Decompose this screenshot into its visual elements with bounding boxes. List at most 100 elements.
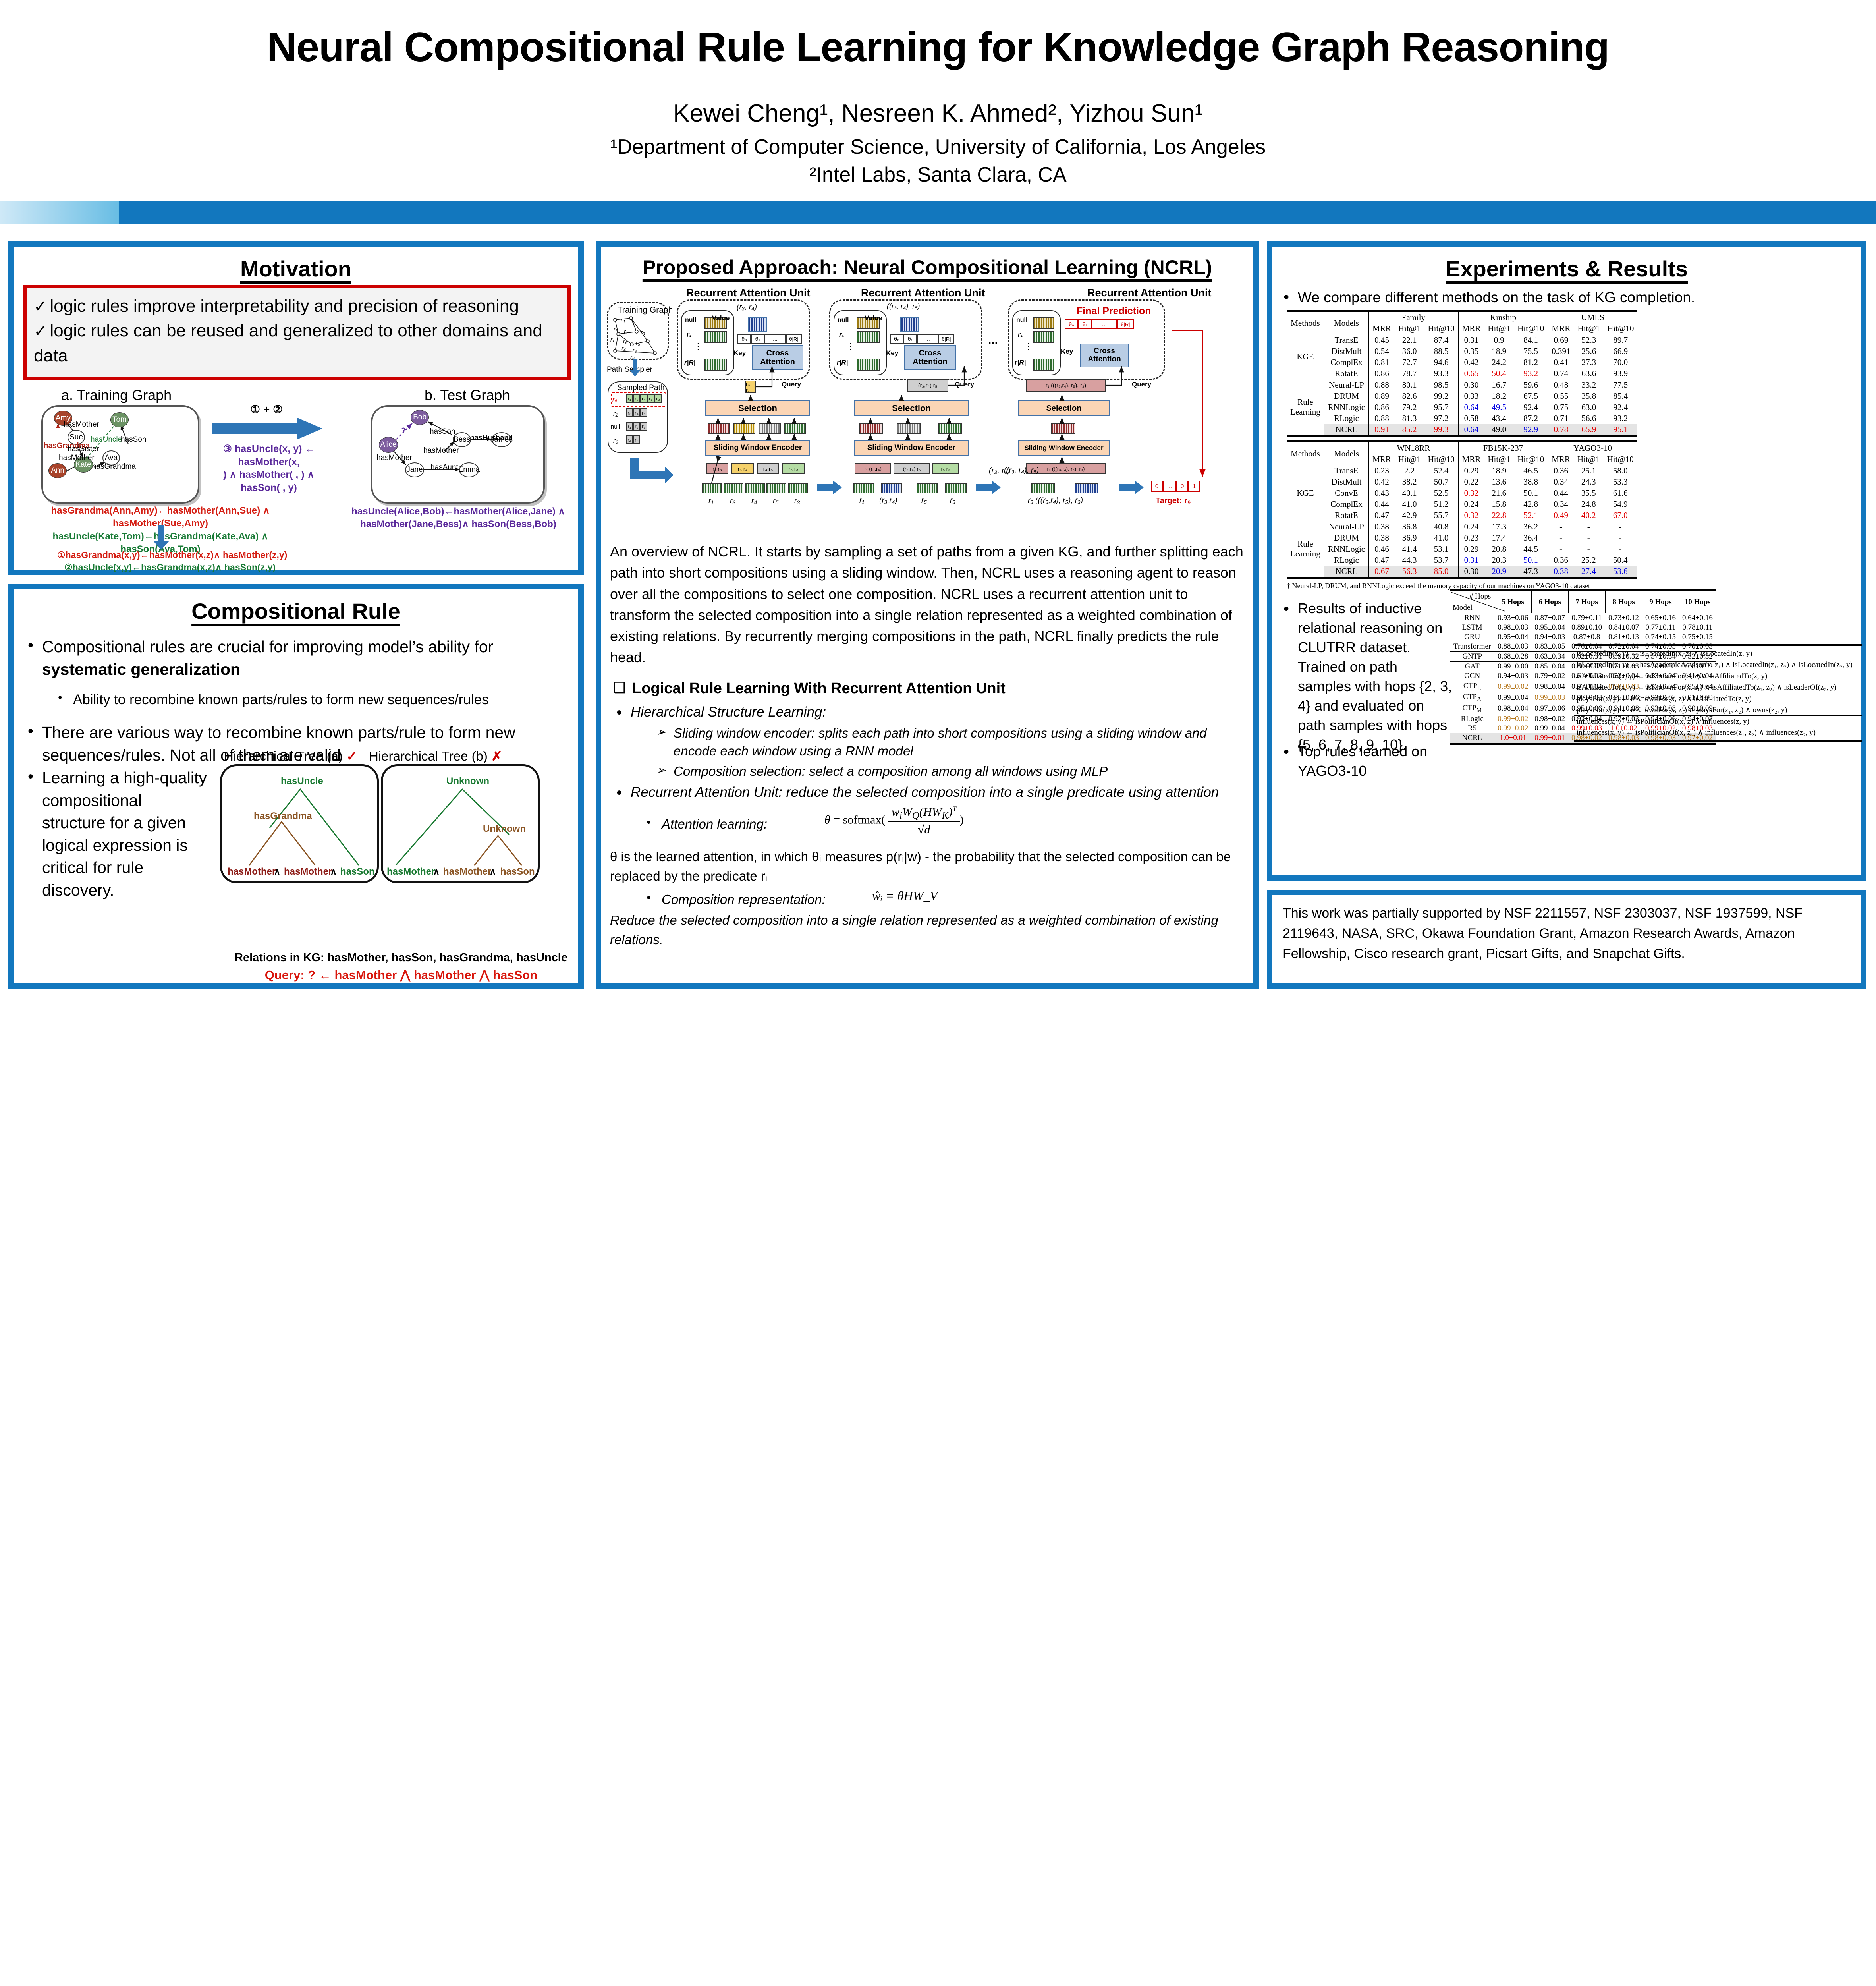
test-rules: hasUncle(Alice,Bob)←hasMother(Alice,Jane… [351, 506, 565, 530]
method-group-label: KGE [1287, 465, 1324, 521]
input-label-r4: r₄ [751, 496, 757, 505]
metric-value: 0.22 [1458, 476, 1484, 487]
model-name: ConvE [1324, 487, 1369, 498]
metric-value: 0.89 [1368, 390, 1395, 402]
hops-header: 7 Hops [1568, 589, 1606, 613]
model-name: RNNLogic [1324, 543, 1369, 554]
theta-explanation: θ is the learned attention, in which θᵢ … [610, 849, 1231, 884]
metric-value: 36.2 [1514, 521, 1548, 532]
metric-value: 87.2 [1523, 413, 1538, 423]
theta-cell: θ₀ [890, 334, 903, 344]
edge-label-hasmother-test: hasMother [423, 446, 459, 455]
edge-label-hasmother-2: hasMother [59, 454, 95, 462]
path-cell: r₆ [633, 422, 640, 431]
metric-value: 0.41 [1548, 357, 1574, 368]
model-name: Transformer [1453, 642, 1491, 651]
table-row: RotatE 0.47 42.9 55.7 0.32 22.8 52.1 0.49 40.2 67… [1287, 510, 1637, 521]
query-label-3: Query [1132, 381, 1152, 388]
metric-value: 42.8 [1523, 499, 1538, 509]
input-vector-4 [766, 483, 786, 493]
path-head-1: r₆ [612, 396, 618, 403]
metric-value: 88.5 [1434, 346, 1449, 356]
edge-label-hasuncle: hasUncle [91, 435, 122, 444]
kg-relations-line: Relations in KG: hasMother, hasSon, hasG… [235, 951, 567, 964]
hops-value: 0.98±0.02 [1534, 715, 1565, 723]
theta-cell: θ₁ [903, 334, 917, 344]
edge-r2: r₂ [624, 328, 628, 335]
tree-b-conj-2: ∧ [489, 867, 496, 877]
metric-header: MRR [1458, 454, 1484, 465]
sliding-window-encoder-1: Sliding Window Encoder [705, 440, 810, 456]
metric-value: 55.7 [1434, 510, 1449, 520]
metric-value: 40.8 [1424, 521, 1459, 532]
vertical-ellipsis: ⋮ [846, 341, 855, 351]
table-row: NCRL 0.91 85.2 99.3 0.64 49.0 92.9 0.78 65.9 95.1 [1287, 424, 1638, 436]
path-sampler-arrow [630, 359, 640, 379]
window-vector-final [1051, 423, 1075, 434]
metric-value: 65.9 [1574, 424, 1604, 436]
window-vector-2 [897, 423, 921, 434]
path-cell: r₅ [647, 394, 654, 403]
input-label-r5: r₅ [921, 496, 927, 505]
metric-value: 85.2 [1394, 424, 1424, 436]
rau-label-1: Recurrent Attention Unit [686, 287, 811, 299]
relation-embeddings-3: null r₁ ⋮ r|R| [1012, 310, 1061, 375]
metric-header: MRR [1548, 323, 1574, 334]
compositional-rule-panel: Compositional Rule Compositional rules a… [8, 584, 584, 989]
query-label-2: Query [955, 381, 975, 388]
learned-rule: playsFor(x, y) ← isKnownFor(x, z) ∧ isAf… [1574, 693, 1862, 704]
tree-b-leaf-2: hasMother [443, 866, 492, 877]
node-bess: Bess [453, 432, 471, 447]
metric-value: - [1573, 521, 1604, 532]
table-row: DistMult 0.54 36.0 88.5 0.35 18.9 75.5 0.391 25.… [1287, 346, 1637, 357]
dataset-header: FB15K-237 [1458, 440, 1548, 454]
model-name: NCRL [1450, 733, 1494, 744]
hops-header: 9 Hops [1642, 589, 1679, 613]
model-name: GRU [1464, 633, 1480, 641]
metric-value: 99.3 [1424, 424, 1459, 436]
edge-label-hasson-test: hasSon [430, 427, 455, 436]
metric-value: 53.3 [1613, 477, 1628, 487]
hops-value: 0.99±0.02 [1494, 724, 1532, 734]
metric-value: 87.4 [1424, 334, 1459, 346]
metric-value: 97.2 [1434, 413, 1449, 423]
hops-value: 0.83±0.05 [1534, 642, 1565, 651]
metric-value: 50.4 [1613, 555, 1628, 565]
final-input-vector-2 [1075, 483, 1098, 493]
model-name: DRUM [1324, 390, 1369, 402]
metric-value: - [1603, 521, 1637, 532]
metric-value: 93.2 [1523, 368, 1538, 378]
metric-value: 0.55 [1548, 390, 1574, 402]
metric-value: 72.7 [1402, 357, 1417, 367]
input-vector-5 [788, 483, 808, 493]
table-row: Rule Learning Neural-LP 0.88 80.1 98.5 0.30 16.… [1287, 379, 1638, 436]
metric-value: 0.29 [1458, 465, 1484, 476]
metric-value: 47.3 [1514, 566, 1548, 578]
edge-r4b: r₄ [621, 345, 626, 352]
hops-value: 0.99±0.02 [1494, 714, 1532, 724]
metric-value: 43.4 [1492, 413, 1507, 423]
comp-bullet-3: Learning a high-quality compositional st… [21, 766, 208, 901]
merged-vector-1 [748, 317, 767, 332]
metric-value: 0.391 [1548, 346, 1574, 357]
theta-cell: ... [917, 334, 938, 344]
window-pair-1: r₁ r₃ [706, 463, 728, 474]
tree-a-mid-label: hasGrandma [254, 811, 312, 821]
input-vector-4 [945, 483, 967, 493]
metric-value: 35.8 [1581, 391, 1596, 401]
metric-value: 0.43 [1368, 487, 1395, 498]
metric-value: 0.36 [1548, 465, 1574, 476]
final-prediction-label: Final Prediction [1077, 305, 1151, 317]
tree-a-leaf-1: hasMother [228, 866, 276, 877]
metric-value: 0.81 [1368, 357, 1395, 368]
experiments-panel: Experiments & Results We compare differe… [1267, 241, 1866, 881]
metric-value: 20.9 [1484, 566, 1514, 578]
query-composition-2: (r₃,r₄) r₅ [907, 379, 948, 392]
metric-header: Hit@1 [1488, 323, 1511, 333]
ncrl-overview-text: An overview of NCRL. It starts by sampli… [610, 543, 1243, 666]
metric-value: - [1548, 521, 1574, 532]
metric-value: 53.7 [1434, 555, 1449, 565]
metric-value: 0.58 [1458, 413, 1484, 424]
sliding-window-encoder-3: Sliding Window Encoder [1018, 440, 1110, 456]
hops-value: 0.88±0.03 [1494, 642, 1532, 652]
